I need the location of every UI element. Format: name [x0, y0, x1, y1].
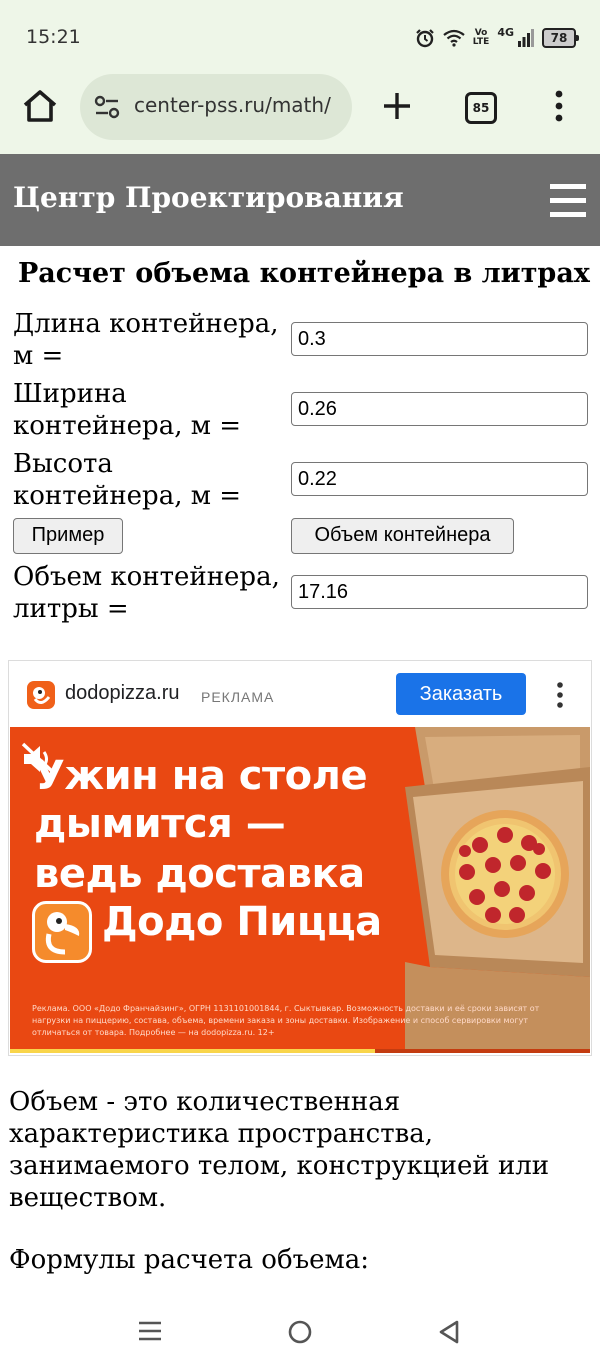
height-input[interactable] — [291, 462, 588, 496]
plus-icon[interactable] — [380, 89, 414, 123]
ad-headline-line-3: ведь доставка — [34, 851, 365, 897]
url-text[interactable]: center-pss.ru/math/ — [134, 93, 344, 121]
network-type: 4G — [497, 25, 514, 39]
address-bar[interactable]: center-pss.ru/math/ — [80, 74, 352, 140]
hamburger-menu-icon[interactable] — [550, 184, 586, 218]
status-time: 15:21 — [26, 26, 81, 48]
site-header: Центр Проектирования — [0, 154, 600, 246]
tabs-counter-button[interactable]: 85 — [465, 92, 497, 124]
ad-label: РЕКЛАМА — [201, 689, 275, 705]
battery-indicator: 78 — [542, 28, 579, 48]
dodo-logo-icon — [27, 681, 55, 709]
length-input[interactable] — [291, 322, 588, 356]
home-icon[interactable] — [20, 86, 60, 126]
ad-headline-line-2: дымится — — [34, 801, 286, 847]
alarm-icon — [415, 29, 434, 48]
calculate-volume-button[interactable]: Объем контейнера — [291, 518, 514, 554]
width-input[interactable] — [291, 392, 588, 426]
ad-domain[interactable]: dodopizza.ru — [65, 682, 180, 705]
width-label: Ширина контейнера, м = — [13, 379, 241, 441]
result-output[interactable] — [291, 575, 588, 609]
more-vert-icon[interactable] — [552, 89, 566, 123]
ad-banner[interactable]: Ужин на столе дымится — ведь доставка До… — [10, 727, 590, 1053]
article-subheading: Формулы расчета объема: — [9, 1245, 370, 1275]
volte-indicator: Vo LTE — [472, 28, 490, 47]
ad-disclaimer: Реклама. ООО «Додо Франчайзинг», ОГРН 11… — [32, 1004, 540, 1037]
ad-more-icon[interactable] — [556, 681, 564, 709]
system-home-icon[interactable] — [288, 1320, 312, 1344]
ad-block[interactable]: dodopizza.ru РЕКЛАМА Заказать Ужин на ст… — [8, 660, 592, 1056]
status-icons: Vo LTE 4G 78 — [415, 24, 579, 52]
ad-progress-fill — [10, 1049, 376, 1053]
ad-headline-line-4: Додо Пицца — [102, 899, 382, 945]
page-title: Расчет объема контейнера в литрах — [18, 258, 590, 289]
length-label: Длина контейнера, м = — [13, 309, 279, 371]
height-label: Высота контейнера, м = — [13, 449, 241, 511]
site-title[interactable]: Центр Проектирования — [13, 181, 404, 214]
example-button[interactable]: Пример — [13, 518, 123, 554]
ad-progress-bar — [10, 1049, 590, 1053]
signal-icon — [518, 29, 534, 47]
ad-headline-line-1: Ужин на столе — [34, 753, 368, 799]
article-paragraph: Объем - это количественная характеристик… — [9, 1087, 550, 1213]
wifi-icon — [443, 29, 465, 47]
site-settings-icon[interactable] — [94, 95, 120, 119]
recents-icon[interactable] — [138, 1320, 162, 1342]
order-button[interactable]: Заказать — [396, 673, 526, 715]
system-navigation-bar — [0, 1296, 600, 1366]
dodo-bird-icon — [32, 901, 92, 963]
back-icon[interactable] — [438, 1320, 460, 1344]
result-label: Объем контейнера, литры = — [13, 562, 280, 624]
